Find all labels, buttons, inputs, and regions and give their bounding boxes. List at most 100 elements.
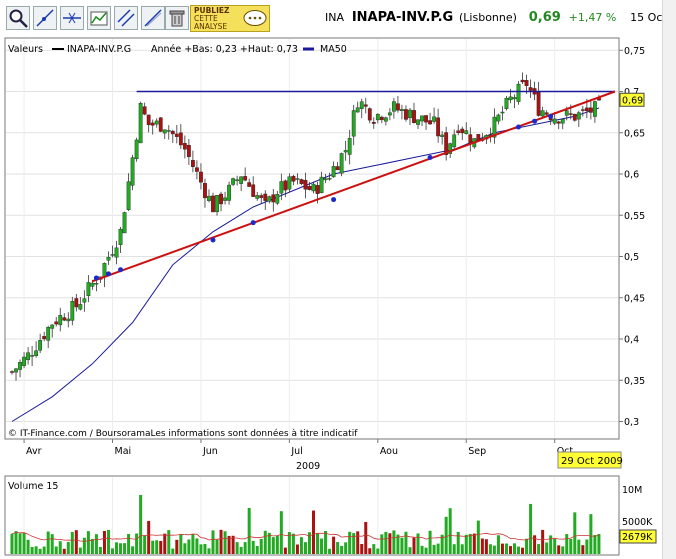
price-tick-label: 0,5 — [624, 252, 639, 263]
volume-bar — [336, 542, 340, 554]
candle-body-down — [536, 91, 541, 116]
volume-bar — [66, 542, 70, 554]
candle-body-down — [54, 321, 59, 325]
volume-bar — [508, 546, 512, 554]
volume-bar — [460, 544, 464, 554]
candle-body-up — [279, 181, 284, 194]
volume-bar — [82, 537, 86, 554]
candle-body-up — [408, 109, 412, 119]
candle-body-down — [396, 103, 400, 111]
volume-bar — [468, 533, 472, 554]
volume-bar — [223, 531, 227, 554]
time-axis: AvrMaiJunJulAouSepOct — [23, 439, 573, 457]
candle-body-down — [251, 184, 256, 197]
volume-bar — [464, 534, 468, 554]
volume-bar — [476, 520, 480, 554]
candle-body-down — [186, 145, 191, 157]
candle — [339, 152, 344, 177]
volume-bar — [585, 539, 589, 554]
candle-body-up — [255, 195, 260, 199]
volume-bar — [111, 548, 114, 554]
candle-body-up — [46, 327, 51, 341]
volume-bar — [78, 547, 82, 554]
volume-bar — [372, 544, 376, 554]
stock-chart[interactable]: Valeurs INAPA-INV.P.G Année +Bas: 0,23 +… — [0, 0, 660, 559]
candle-body-up — [126, 181, 131, 210]
candle-body-up — [359, 101, 364, 109]
volume-bar — [529, 503, 533, 554]
volume-bar — [54, 546, 58, 554]
volume-bar — [195, 538, 199, 554]
candle-body-down — [190, 160, 195, 167]
candle-body-down — [219, 193, 223, 205]
candle — [516, 80, 521, 105]
volume-bar — [215, 539, 219, 554]
volume-bar — [452, 544, 456, 554]
volume-bar — [416, 533, 420, 554]
candle-body-down — [158, 117, 163, 132]
candle-body-down — [580, 109, 585, 111]
volume-bar — [167, 530, 171, 554]
candle-body-down — [404, 109, 408, 120]
volume-bar — [320, 538, 324, 554]
candle-body-up — [38, 340, 43, 351]
candle-body-up — [343, 150, 348, 153]
candle-body-down — [307, 186, 312, 190]
volume-bar — [46, 531, 50, 554]
volume-bar — [251, 540, 255, 554]
trend-touch-point — [427, 155, 433, 160]
candle-body-down — [584, 107, 589, 112]
candle-body-up — [154, 120, 159, 125]
candle-body-down — [315, 185, 320, 194]
volume-bar — [119, 543, 123, 554]
candle-body-up — [355, 107, 360, 113]
candle-body-down — [456, 130, 461, 133]
volume-bar — [392, 530, 396, 554]
last-price-tag: 0,69 — [619, 92, 645, 107]
volume-bar — [163, 533, 167, 554]
vertical-scrollbar[interactable] — [662, 0, 676, 559]
candle-body-up — [138, 103, 143, 144]
date-box-text: 29 Oct 2009 — [561, 456, 623, 467]
candle-body-down — [247, 182, 252, 187]
price-tick-label: 0,3 — [624, 417, 639, 428]
volume-bar — [432, 544, 436, 554]
volume-bar — [22, 532, 26, 554]
volume-bar — [70, 532, 74, 554]
candle-body-down — [468, 134, 473, 144]
price-tick-label: 0,4 — [624, 335, 639, 346]
volume-bar — [239, 546, 243, 554]
volume-bar — [299, 537, 303, 554]
candle-body-up — [86, 282, 91, 297]
volume-bar — [492, 545, 496, 554]
candle-body-down — [371, 121, 376, 124]
volume-bar — [557, 545, 561, 554]
price-tick-label: 0,75 — [624, 46, 645, 57]
volume-bar — [127, 534, 131, 554]
volume-bar — [408, 547, 412, 554]
candle-body-down — [335, 166, 340, 171]
candle-body-up — [130, 157, 135, 186]
volume-bar — [368, 548, 372, 554]
candle-body-up — [18, 362, 22, 370]
volume-bar — [171, 548, 175, 554]
year-label: 2009 — [296, 461, 320, 472]
volume-bar — [581, 545, 585, 554]
candle-body-up — [392, 101, 396, 112]
volume-bar — [312, 510, 315, 554]
candle-body-up — [464, 130, 469, 134]
candle-body-down — [150, 122, 155, 126]
volume-last-text: 2679K — [622, 532, 653, 543]
candle-body-down — [572, 114, 577, 121]
volume-bar — [98, 546, 102, 554]
candle-body-down — [178, 132, 183, 146]
volume-bar — [577, 539, 581, 554]
candle-body-down — [283, 180, 288, 191]
trend-touch-point — [105, 271, 111, 277]
volume-bar — [199, 544, 203, 554]
candle-body-up — [375, 113, 380, 121]
volume-bar — [143, 535, 147, 554]
volume-bar — [545, 542, 549, 554]
candle-body-up — [215, 195, 219, 213]
trend-touch-point — [118, 267, 124, 273]
